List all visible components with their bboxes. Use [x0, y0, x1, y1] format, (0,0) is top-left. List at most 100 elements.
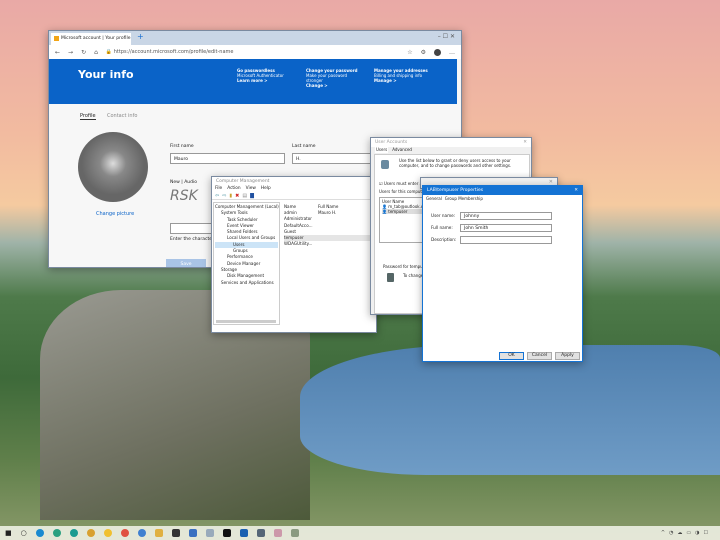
- tab-general[interactable]: General: [426, 196, 442, 202]
- tree-item[interactable]: Services and Applications: [215, 280, 278, 286]
- tab-advanced[interactable]: Advanced: [392, 147, 412, 153]
- cancel-button[interactable]: Cancel: [527, 352, 552, 360]
- captcha-image: RSK: [170, 188, 198, 204]
- delete-icon[interactable]: ✖: [235, 193, 239, 199]
- home-icon[interactable]: ⌂: [94, 49, 98, 56]
- intro-text: Use the list below to grant or deny user…: [399, 158, 512, 168]
- banner-card-password: Change your password Make your password s…: [306, 68, 361, 88]
- edge-dev-icon[interactable]: [69, 529, 78, 537]
- last-name-label: Last name: [292, 144, 316, 149]
- horizontal-scrollbar[interactable]: [216, 320, 276, 323]
- menu-view[interactable]: View: [246, 186, 256, 192]
- full-name-label: Full name:: [431, 225, 453, 230]
- description-input[interactable]: [460, 236, 552, 244]
- last-name-input[interactable]: H.: [292, 153, 382, 164]
- title-bar: LAB\tempuser Properties ✕: [423, 186, 582, 195]
- app-icon[interactable]: [205, 529, 214, 537]
- users-list: Name Full Name admin Mauro H. Administrator…: [282, 202, 376, 325]
- address-bar-row: ← → ↻ ⌂ 🔒 https://account.microsoft.com/pro…: [49, 45, 461, 59]
- change-picture-link[interactable]: Change picture: [96, 211, 134, 217]
- new-tab-button[interactable]: +: [137, 32, 144, 41]
- terminal-icon[interactable]: [222, 529, 231, 537]
- start-icon[interactable]: ■: [5, 529, 12, 537]
- edge-beta-icon[interactable]: [52, 529, 61, 537]
- save-button[interactable]: Save: [166, 259, 206, 267]
- app-icon[interactable]: [137, 529, 146, 537]
- password-icon: [387, 273, 394, 282]
- page-title: Your info: [78, 68, 134, 81]
- app-icon[interactable]: [273, 529, 282, 537]
- computer-management-window: Computer Management File Action View Help ⇦…: [211, 176, 377, 333]
- user-name-input[interactable]: Johnny: [460, 212, 552, 220]
- back-icon[interactable]: ⇦: [215, 193, 219, 199]
- tab-title: Microsoft account | Your profile: [61, 36, 131, 41]
- help-icon[interactable]: ▇: [250, 193, 254, 199]
- menu-action[interactable]: Action: [227, 186, 240, 192]
- extensions-icon[interactable]: ⚙: [421, 49, 426, 56]
- users-list-label: Users for this computer:: [379, 189, 428, 194]
- user-name-cell: WDAGUtility...: [284, 241, 313, 247]
- app-icon[interactable]: [103, 529, 112, 537]
- address-bar[interactable]: 🔒 https://account.microsoft.com/profile/…: [106, 49, 399, 55]
- learn-more-link[interactable]: Learn more >: [237, 78, 268, 83]
- favorite-icon[interactable]: ☆: [407, 49, 412, 56]
- back-icon[interactable]: ←: [55, 49, 60, 56]
- captcha-audio-toggle[interactable]: New | Audio: [170, 180, 197, 185]
- properties-icon[interactable]: ▤: [242, 193, 247, 199]
- card-desc: Make your password stronger: [306, 73, 348, 83]
- users-icon: [381, 160, 389, 169]
- user-properties-dialog: LAB\tempuser Properties ✕ General Group Me…: [422, 185, 583, 362]
- browser-tab[interactable]: Microsoft account | Your profile ×: [51, 33, 131, 45]
- tab-contact-info[interactable]: Contact info: [107, 113, 137, 119]
- description-label: Description:: [431, 237, 457, 242]
- window-controls[interactable]: – ☐ ✕: [438, 33, 455, 40]
- store-icon[interactable]: [171, 529, 180, 537]
- full-name-cell: Mauro H.: [318, 210, 337, 215]
- first-name-input[interactable]: Mauro: [170, 153, 285, 164]
- ok-button[interactable]: OK: [499, 352, 524, 360]
- manage-link[interactable]: Manage >: [374, 78, 397, 83]
- app-icon[interactable]: [239, 529, 248, 537]
- banner-card-passwordless: Go passwordless Microsoft Authenticator Le…: [237, 68, 299, 83]
- forward-icon[interactable]: ⇨: [222, 193, 226, 199]
- folder-icon[interactable]: ▮: [229, 193, 232, 199]
- user-accounts-icon[interactable]: [290, 529, 299, 537]
- taskbar: ■ ○ ^◔☁▭◑☐: [0, 526, 720, 540]
- change-link[interactable]: Change >: [306, 83, 328, 88]
- favicon-icon: [54, 36, 59, 41]
- url-text: https://account.microsoft.com/profile/ed…: [113, 49, 234, 55]
- edge-icon[interactable]: [35, 529, 44, 537]
- forward-icon[interactable]: →: [68, 49, 73, 56]
- avatar: [78, 132, 148, 202]
- edge-canary-icon[interactable]: [86, 529, 95, 537]
- console-tree: Computer Management (Local) System Tools…: [213, 202, 280, 325]
- toolbar: ⇦ ⇨ ▮ ✖ ▤ ▇: [212, 192, 376, 200]
- banner-card-addresses: Manage your addresses Billing and shippin…: [374, 68, 444, 83]
- app-icon[interactable]: [188, 529, 197, 537]
- window-title: User Accounts: [375, 140, 408, 145]
- wallpaper-river: [300, 345, 720, 475]
- profile-avatar[interactable]: [434, 48, 441, 56]
- system-tray[interactable]: ^◔☁▭◑☐: [661, 530, 712, 536]
- title-bar: User Accounts ✕: [371, 138, 531, 147]
- tab-profile[interactable]: Profile: [80, 113, 96, 120]
- tab-strip: Microsoft account | Your profile × + – ☐…: [49, 31, 461, 45]
- refresh-icon[interactable]: ↻: [81, 49, 86, 56]
- apply-button[interactable]: Apply: [555, 352, 580, 360]
- menu-help[interactable]: Help: [261, 186, 271, 192]
- first-name-label: First name: [170, 144, 194, 149]
- tab-users[interactable]: Users: [375, 147, 389, 153]
- table-row[interactable]: WDAGUtility...: [284, 241, 376, 247]
- full-name-input[interactable]: John Smith: [460, 224, 552, 232]
- search-icon[interactable]: ○: [21, 529, 27, 537]
- window-title: LAB\tempuser Properties: [427, 188, 484, 193]
- menu-icon[interactable]: …: [449, 49, 455, 56]
- close-button[interactable]: ✕: [574, 188, 578, 193]
- computer-management-icon[interactable]: [256, 529, 265, 537]
- tab-group-membership[interactable]: Group Membership: [445, 196, 483, 202]
- banner: Your info Go passwordless Microsoft Authe…: [49, 59, 457, 104]
- firefox-icon[interactable]: [120, 529, 129, 537]
- menu-file[interactable]: File: [215, 186, 222, 192]
- file-explorer-icon[interactable]: [154, 529, 163, 537]
- close-button[interactable]: ✕: [523, 140, 527, 145]
